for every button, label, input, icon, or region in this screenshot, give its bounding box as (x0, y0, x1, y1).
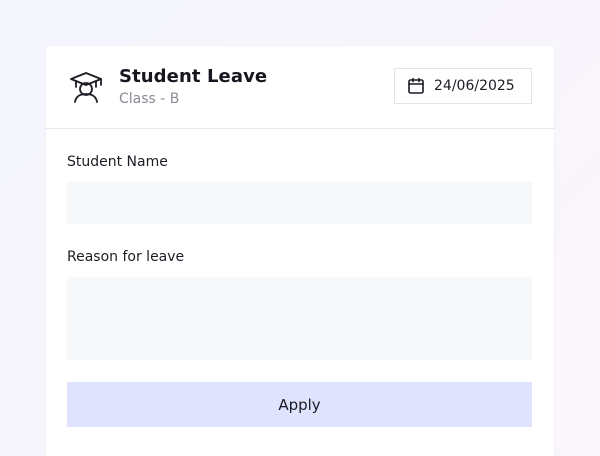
calendar-icon (408, 77, 424, 94)
apply-button[interactable]: Apply (67, 382, 532, 427)
page-title: Student Leave (119, 66, 268, 87)
date-value: 24/06/2025 (434, 78, 515, 94)
graduation-cap-icon (68, 69, 104, 105)
class-subtitle: Class - B (119, 91, 180, 107)
leave-form-card: Student Leave Class - B 24/06/2025 Stude… (46, 46, 554, 456)
reason-label: Reason for leave (67, 249, 185, 265)
card-header: Student Leave Class - B 24/06/2025 (46, 46, 554, 129)
student-name-label: Student Name (67, 154, 168, 170)
date-picker[interactable]: 24/06/2025 (394, 68, 532, 104)
reason-textarea[interactable] (67, 277, 532, 360)
student-name-input[interactable] (67, 182, 532, 224)
